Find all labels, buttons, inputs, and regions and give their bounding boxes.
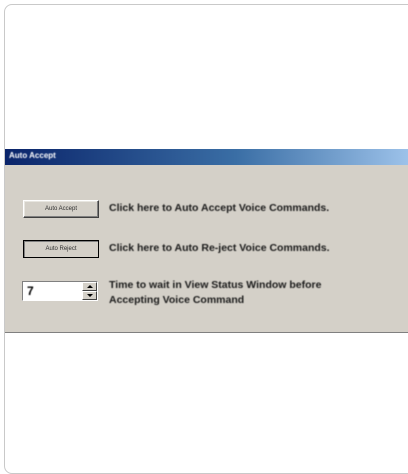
wait-time-description-line1: Time to wait in View Status Window befor… bbox=[109, 279, 322, 291]
auto-reject-button[interactable]: Auto Reject bbox=[23, 240, 99, 258]
wait-time-input[interactable] bbox=[24, 283, 82, 299]
wait-time-description: Time to wait in View Status Window befor… bbox=[109, 278, 321, 308]
dialog-titlebar: Auto Accept bbox=[5, 149, 408, 165]
auto-accept-description: Click here to Auto Accept Voice Commands… bbox=[109, 202, 330, 214]
wait-time-description-line2: Accepting Voice Command bbox=[109, 294, 245, 306]
spinner-buttons bbox=[82, 282, 97, 300]
image-frame: Auto Accept Auto Accept Click here to Au… bbox=[4, 4, 408, 474]
wait-time-spinner bbox=[22, 281, 98, 301]
auto-accept-button[interactable]: Auto Accept bbox=[23, 200, 99, 218]
dialog-title: Auto Accept bbox=[9, 151, 56, 160]
auto-accept-dialog: Auto Accept Auto Accept Click here to Au… bbox=[5, 148, 408, 333]
arrow-up-icon[interactable] bbox=[82, 282, 97, 291]
auto-reject-description: Click here to Auto Re-ject Voice Command… bbox=[109, 242, 330, 254]
arrow-down-icon[interactable] bbox=[82, 291, 97, 300]
